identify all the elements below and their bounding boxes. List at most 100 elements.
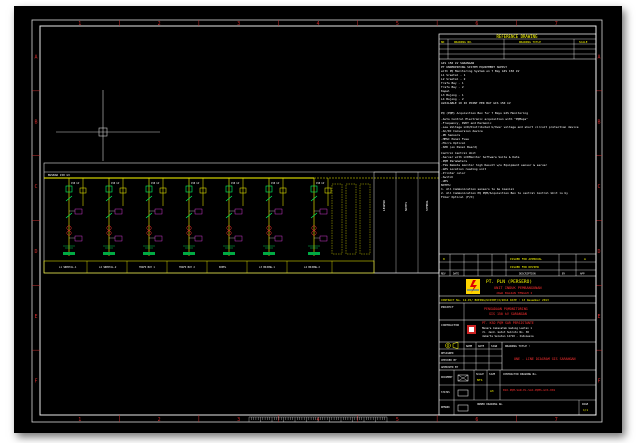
- feature-line: -SPD (on Panel Board): [441, 145, 478, 149]
- bay-label: TRAFO BAY 1: [139, 266, 155, 269]
- zone-label-right: B: [597, 119, 600, 125]
- sign-row-designed: DESIGNED: [441, 351, 454, 355]
- sign-row-approved: APPROVED BY: [441, 365, 459, 369]
- bay-label: L4 BOJONG-2: [304, 266, 320, 269]
- zone-label-top: 5: [396, 21, 399, 27]
- contract-number: CONTRACT No. 12-PJ/ BOEING/UIPJBT/I/2014…: [441, 298, 549, 302]
- bay-voltage: 150 kV: [151, 182, 160, 185]
- rev-header-app: APP: [580, 272, 585, 276]
- feature-heading: PQ (PQM) Acquisition Box for 7 Bays GIS …: [441, 111, 528, 115]
- zone-label-left: F: [34, 379, 37, 385]
- project-line-2: GIS 150 kV SARANGAN: [489, 312, 527, 316]
- bay-voltage: 150 kV: [271, 182, 280, 185]
- zone-label-left: A: [34, 54, 37, 60]
- zone-grid: [32, 20, 602, 422]
- zone-label-left: D: [34, 249, 37, 255]
- sign-header-name: NAME: [466, 344, 473, 348]
- bay-voltage: 150 kV: [71, 182, 80, 185]
- zone-label-right: E: [597, 314, 600, 320]
- contractor-address-1: Menara Jamsostek Gedung Lantai 1: [482, 326, 532, 330]
- pln-logo-icon: [466, 279, 480, 294]
- ref-header-drawing-no: DRAWING NO.: [454, 40, 473, 44]
- zone-label-bottom: 6: [475, 417, 478, 423]
- spare-cubicle: [359, 183, 371, 255]
- project-label: PROJECT: [441, 305, 454, 309]
- bay-label: TRAFO BAY 2: [179, 266, 195, 269]
- zone-label-top: 3: [237, 21, 240, 27]
- company-block: PT. PLN (PERSERO) UNIT INDUK PEMBANGUNAN…: [439, 279, 596, 297]
- bay-label: L1 SREOTAL-1: [59, 266, 77, 269]
- rev-description-2: ISSUED FOR REVIEW: [510, 265, 539, 269]
- bay-4: 150 kV: [183, 178, 207, 256]
- ref-header-drawing-title: DRAWING TITLE: [519, 40, 541, 44]
- doc-label: DOCUMENT: [441, 376, 453, 379]
- zone-label-bottom: 2: [158, 417, 161, 423]
- bay-voltage: 150 kV: [231, 182, 240, 185]
- zone-label-right: F: [597, 379, 600, 385]
- cad-viewport[interactable]: 12345671234567ABCDEFABCDEF 150 kV150 kV1…: [14, 6, 622, 433]
- bay-3: 150 kV: [143, 178, 167, 256]
- ref-header-no: NO: [441, 40, 445, 44]
- zone-label-right: D: [597, 249, 600, 255]
- page-label: PAGE: [582, 402, 589, 406]
- remark-checkbox-icon: [457, 404, 469, 412]
- zone-label-bottom: 3: [237, 417, 240, 423]
- zone-label-bottom: 1: [78, 417, 81, 423]
- project-block: PROJECT PENGADAAN PQMONITORING GIS 150 k…: [439, 303, 596, 321]
- sheet-border-outer: [31, 19, 603, 423]
- rev-header-by: BY: [562, 272, 566, 276]
- zone-label-left: C: [34, 184, 37, 190]
- bay-label: L3 BOJONG-1: [259, 266, 275, 269]
- zone-label-bottom: 7: [555, 417, 558, 423]
- projection-symbol-icon: [445, 342, 459, 349]
- busbar-label: BUSBAR 150 kV: [48, 173, 70, 177]
- remark-label: REMARK: [441, 406, 450, 409]
- reference-drawing-title: REFERENCE DRAWING: [497, 34, 539, 39]
- contractor-name: PT. KSO PQM SAR PERSISTANTE: [482, 321, 534, 325]
- zone-labels: 12345671234567ABCDEFABCDEF: [34, 21, 600, 423]
- bay-6: 150 kV: [263, 178, 287, 256]
- rev-header-description: DESCRIPTION: [519, 272, 536, 276]
- general-note-line: AVAILABLE 10 IO POINT PER BAY GIS 150 kV: [441, 101, 511, 105]
- zone-label-top: 7: [555, 21, 558, 27]
- status-checkbox-icon: [457, 389, 469, 397]
- bay-voltage: 150 kV: [111, 182, 120, 185]
- ref-header-scale: SCALE: [579, 40, 588, 44]
- status-label: STATUS: [441, 391, 450, 394]
- zone-label-top: 6: [475, 21, 478, 27]
- zone-label-right: C: [597, 184, 600, 190]
- scale-bar: [248, 416, 388, 422]
- bay-2: 150 kV: [103, 178, 127, 256]
- bay-label: L2 SREOTAL-2: [99, 266, 117, 269]
- revision-table: 0 ISSUED FOR APPROVAL A ISSUED FOR REVIE…: [439, 253, 596, 277]
- zone-label-right: A: [597, 54, 600, 60]
- legend-title-2: NOTES: [404, 202, 408, 211]
- company-name: PT. PLN (PERSERO): [486, 279, 532, 285]
- legend-title-1: LEGEND: [382, 200, 386, 211]
- owner-dwg-label: OWNER DRAWING No.: [477, 402, 504, 406]
- zone-label-bottom: 5: [396, 417, 399, 423]
- bay-1: 150 kV: [63, 178, 87, 256]
- cad-drawing-canvas[interactable]: 12345671234567ABCDEFABCDEF 150 kV150 kV1…: [14, 6, 622, 433]
- contractor-logo-icon: [467, 325, 476, 334]
- sign-header-sign: SIGN: [491, 344, 498, 348]
- zone-label-top: 4: [316, 21, 319, 27]
- bay-7: 150 kV: [308, 178, 332, 256]
- one-line-diagram: 150 kV 150 kV 150 kV 150 kV 150 kV 150 kV 150 …: [43, 162, 440, 274]
- title-block: REFERENCE DRAWING NO DRAWING NO. DRAWING…: [438, 33, 597, 416]
- bay-voltage: 150 kV: [316, 182, 325, 185]
- scale-label: SCALE: [476, 372, 484, 376]
- legend-title-3: SYMBOL: [425, 200, 429, 211]
- company-region: JAWA BAGIAN TENGAH I: [496, 291, 532, 295]
- sign-header-date: DATE: [478, 344, 485, 348]
- sign-row-checked: CHECKED BY: [441, 358, 457, 362]
- scale-value: NTS: [477, 378, 483, 382]
- drawing-title: ONE - LINE DIAGRAM GIS SARANGAN: [514, 357, 576, 361]
- zone-label-top: 2: [158, 21, 161, 27]
- contractor-dwg-label: CONTRACTOR DRAWING No.: [503, 372, 537, 376]
- zone-label-left: E: [34, 314, 37, 320]
- rev-header-date: DATE: [453, 272, 460, 276]
- contractor-address-2: Jl. Jend. Gatot Subroto No. 38: [482, 330, 529, 334]
- note-line: Fiber Optical (F/O): [441, 195, 474, 199]
- drawing-title-label: DRAWING TITLE :: [505, 344, 531, 348]
